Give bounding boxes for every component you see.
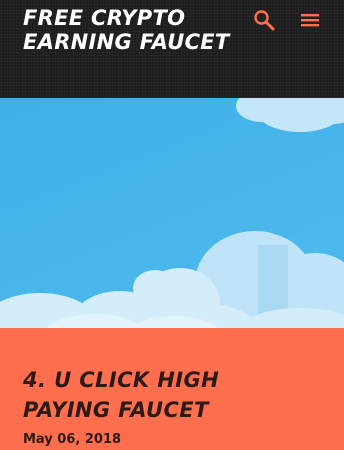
search-icon[interactable] [253, 9, 275, 31]
site-title[interactable]: FREE CRYPTO EARNING FAUCET [23, 6, 243, 54]
hamburger-menu-icon[interactable] [299, 9, 321, 31]
header-hero-image [0, 98, 344, 328]
post-date: May 06, 2018 [23, 432, 122, 447]
site-header: FREE CRYPTO EARNING FAUCET [0, 0, 344, 98]
post-title-link[interactable]: 4. U CLICK HIGH PAYING FAUCET [23, 365, 313, 425]
post-content: 4. U CLICK HIGH PAYING FAUCET May 06, 20… [0, 328, 344, 450]
